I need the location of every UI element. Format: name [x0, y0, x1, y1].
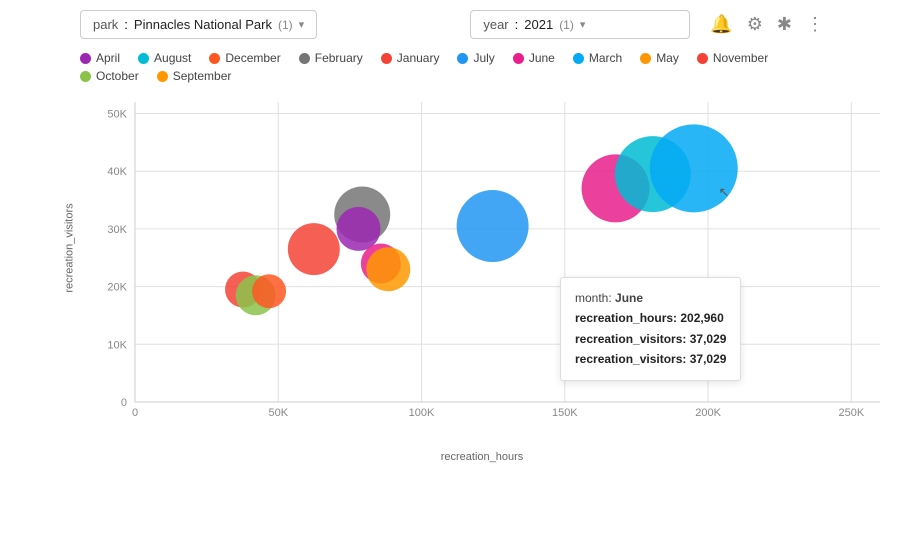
- svg-text:40K: 40K: [107, 166, 127, 178]
- legend-dot: [457, 53, 468, 64]
- legend-item-september: September: [157, 69, 232, 83]
- legend-item-october: October: [80, 69, 139, 83]
- svg-text:50K: 50K: [107, 109, 127, 121]
- bubble-july[interactable]: [457, 190, 529, 262]
- legend-dot: [640, 53, 651, 64]
- svg-text:30K: 30K: [107, 224, 127, 236]
- legend-label: July: [473, 51, 494, 65]
- svg-text:150K: 150K: [552, 407, 578, 419]
- legend-dot: [513, 53, 524, 64]
- legend-label: November: [713, 51, 768, 65]
- y-axis-label: recreation_visitors: [64, 203, 76, 292]
- park-filter-chevron: ▾: [299, 18, 305, 31]
- more-icon[interactable]: ⋮: [806, 14, 824, 35]
- legend-label: April: [96, 51, 120, 65]
- svg-text:100K: 100K: [409, 407, 435, 419]
- legend-dot: [573, 53, 584, 64]
- legend-item-april: April: [80, 51, 120, 65]
- bubble-december[interactable]: [252, 274, 286, 308]
- star-icon[interactable]: ✱: [777, 14, 792, 35]
- legend-label: January: [397, 51, 440, 65]
- legend-label: February: [315, 51, 363, 65]
- svg-text:50K: 50K: [268, 407, 288, 419]
- year-filter-key: year: [483, 17, 508, 32]
- svg-text:↖: ↖: [719, 184, 730, 199]
- legend-dot: [138, 53, 149, 64]
- bell-icon[interactable]: 🔔: [710, 14, 732, 35]
- legend-item-december: December: [209, 51, 280, 65]
- year-filter[interactable]: year: 2021 (1) ▾: [470, 10, 690, 39]
- legend-label: September: [173, 69, 232, 83]
- legend-item-july: July: [457, 51, 494, 65]
- legend-label: December: [225, 51, 280, 65]
- svg-text:200K: 200K: [695, 407, 721, 419]
- year-filter-chevron: ▾: [580, 18, 586, 31]
- legend-dot: [157, 71, 168, 82]
- legend-dot: [299, 53, 310, 64]
- top-bar: park: Pinnacles National Park (1) ▾ year…: [0, 0, 904, 49]
- year-filter-count: (1): [559, 18, 574, 32]
- toolbar-icons: 🔔 ⚙ ✱ ⋮: [710, 14, 824, 35]
- legend-item-may: May: [640, 51, 679, 65]
- bubble-september[interactable]: [366, 247, 410, 291]
- svg-text:20K: 20K: [107, 282, 127, 294]
- legend-dot: [697, 53, 708, 64]
- filter-icon[interactable]: ⚙: [747, 14, 763, 35]
- legend-dot: [80, 53, 91, 64]
- legend-label: May: [656, 51, 679, 65]
- legend-label: March: [589, 51, 622, 65]
- legend-label: June: [529, 51, 555, 65]
- legend-item-june: June: [513, 51, 555, 65]
- bubble-april[interactable]: [337, 207, 381, 251]
- legend: April August December February January July Ju…: [0, 49, 904, 87]
- svg-text:10K: 10K: [107, 339, 127, 351]
- svg-text:0: 0: [121, 397, 127, 409]
- park-filter[interactable]: park: Pinnacles National Park (1) ▾: [80, 10, 317, 39]
- park-filter-value: Pinnacles National Park: [134, 17, 272, 32]
- legend-item-march: March: [573, 51, 622, 65]
- legend-item-august: August: [138, 51, 191, 65]
- bubble-january[interactable]: [288, 223, 340, 275]
- x-axis-label: recreation_hours: [80, 451, 884, 463]
- legend-item-january: January: [381, 51, 440, 65]
- legend-item-november: November: [697, 51, 768, 65]
- legend-label: August: [154, 51, 191, 65]
- legend-dot: [80, 71, 91, 82]
- legend-dot: [209, 53, 220, 64]
- svg-text:250K: 250K: [838, 407, 864, 419]
- year-filter-value: 2021: [524, 17, 553, 32]
- park-filter-count: (1): [278, 18, 293, 32]
- legend-item-february: February: [299, 51, 363, 65]
- legend-dot: [381, 53, 392, 64]
- svg-text:0: 0: [132, 407, 138, 419]
- park-filter-key: park: [93, 17, 118, 32]
- legend-label: October: [96, 69, 139, 83]
- scatter-chart: 0 50K 100K 150K 200K 250K 0 10K 20K 30K 40K 50K ↖: [80, 87, 900, 447]
